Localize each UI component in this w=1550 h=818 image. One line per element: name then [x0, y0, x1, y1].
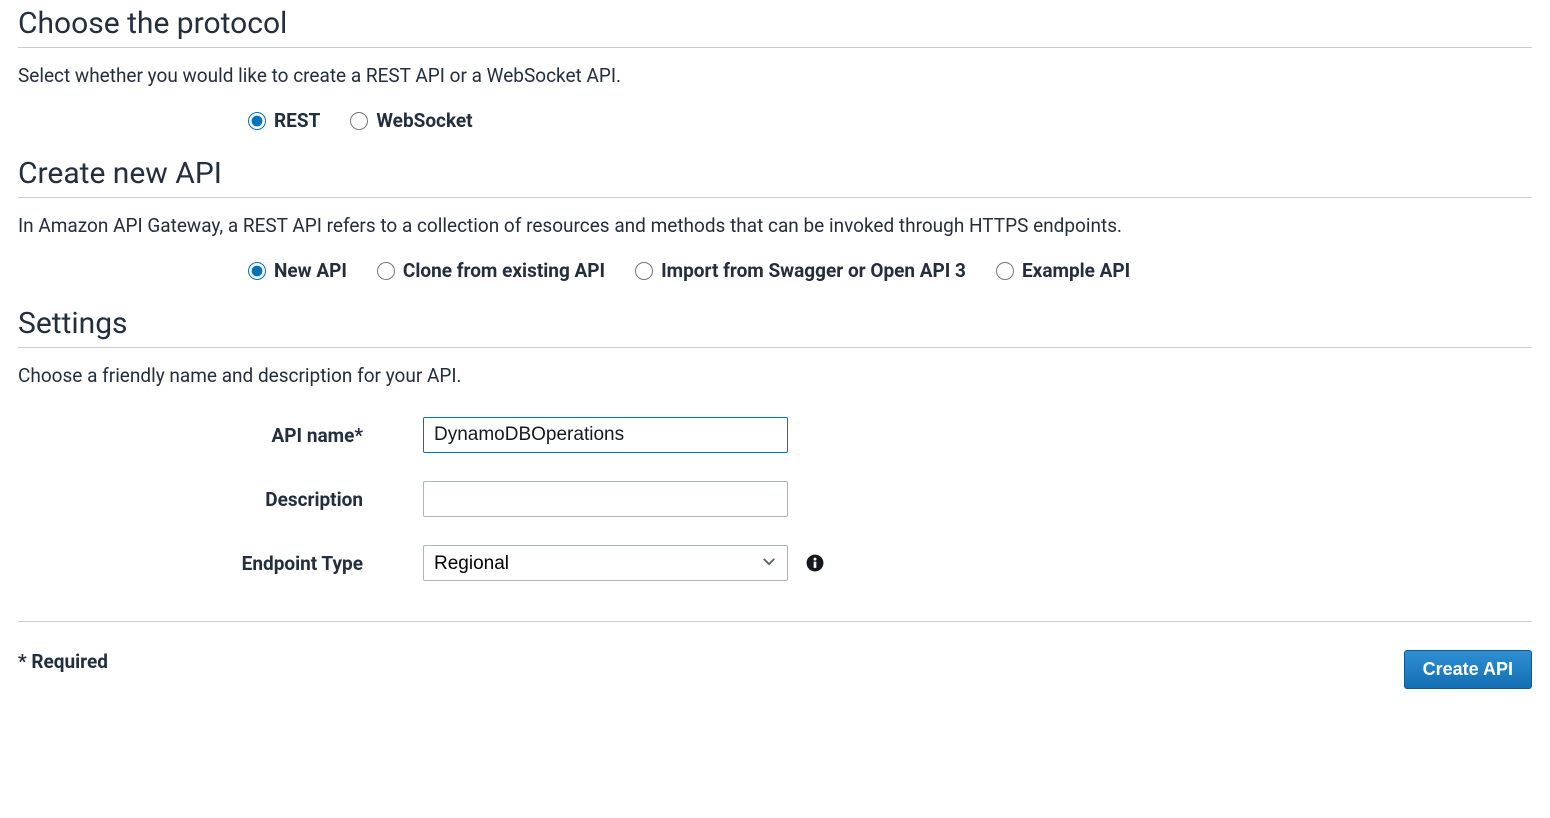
settings-section-title: Settings: [18, 306, 1532, 348]
create-section-description: In Amazon API Gateway, a REST API refers…: [18, 214, 1532, 237]
create-option-new[interactable]: New API: [248, 259, 347, 282]
protocol-label-rest: REST: [274, 109, 320, 132]
protocol-label-websocket: WebSocket: [376, 109, 472, 132]
api-name-input[interactable]: [423, 417, 788, 453]
endpoint-type-select-wrapper: Regional: [423, 545, 788, 581]
protocol-option-rest[interactable]: REST: [248, 109, 320, 132]
create-label-new: New API: [274, 259, 347, 282]
create-radio-example[interactable]: [996, 262, 1014, 280]
protocol-section-title: Choose the protocol: [18, 6, 1532, 48]
endpoint-type-select[interactable]: Regional: [423, 545, 788, 581]
create-option-clone[interactable]: Clone from existing API: [377, 259, 605, 282]
api-name-row: API name*: [18, 417, 1532, 453]
protocol-option-websocket[interactable]: WebSocket: [350, 109, 472, 132]
endpoint-type-label: Endpoint Type: [18, 552, 423, 575]
description-label: Description: [18, 488, 423, 511]
create-section-title: Create new API: [18, 156, 1532, 198]
create-radio-clone[interactable]: [377, 262, 395, 280]
protocol-section-description: Select whether you would like to create …: [18, 64, 1532, 87]
create-radio-new[interactable]: [248, 262, 266, 280]
create-label-import: Import from Swagger or Open API 3: [661, 259, 966, 282]
create-radio-import[interactable]: [635, 262, 653, 280]
settings-section-description: Choose a friendly name and description f…: [18, 364, 1532, 387]
protocol-radio-websocket[interactable]: [350, 112, 368, 130]
settings-form: API name* Description Endpoint Type Regi…: [18, 417, 1532, 581]
create-api-button[interactable]: Create API: [1404, 650, 1532, 689]
protocol-radio-rest[interactable]: [248, 112, 266, 130]
endpoint-type-row: Endpoint Type Regional: [18, 545, 1532, 581]
create-option-example[interactable]: Example API: [996, 259, 1130, 282]
api-name-label: API name*: [18, 424, 423, 447]
create-radio-group: New API Clone from existing API Import f…: [18, 259, 1532, 282]
create-label-example: Example API: [1022, 259, 1130, 282]
description-input[interactable]: [423, 481, 788, 517]
description-row: Description: [18, 481, 1532, 517]
info-icon[interactable]: [806, 554, 824, 572]
footer: * Required Create API: [18, 621, 1532, 689]
protocol-radio-group: REST WebSocket: [18, 109, 1532, 132]
required-note: * Required: [18, 650, 108, 673]
create-option-import[interactable]: Import from Swagger or Open API 3: [635, 259, 966, 282]
create-label-clone: Clone from existing API: [403, 259, 605, 282]
